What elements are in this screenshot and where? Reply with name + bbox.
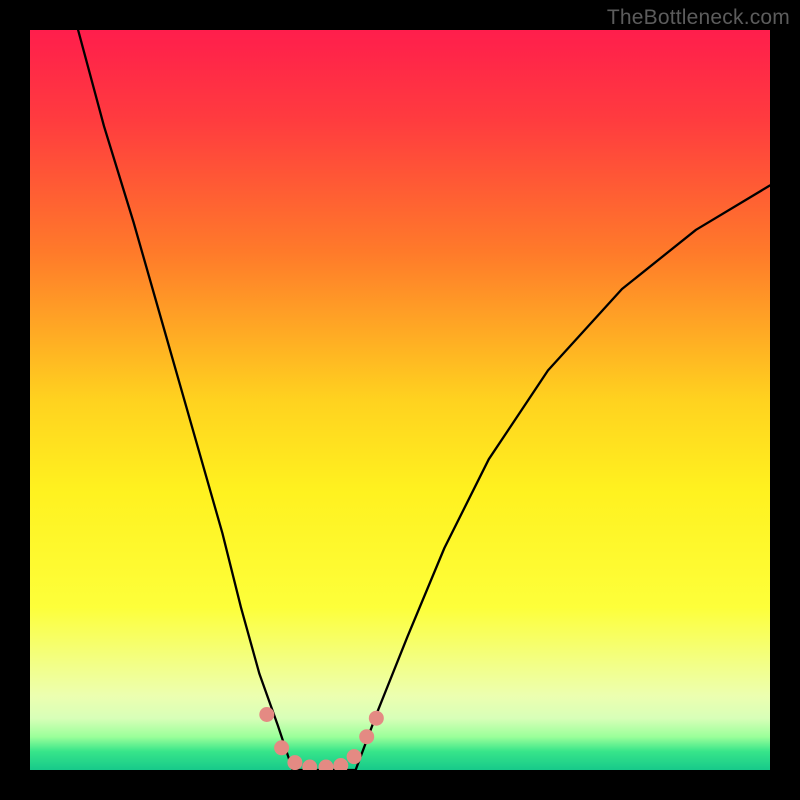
watermark-text: TheBottleneck.com (607, 6, 790, 30)
chart-svg (30, 30, 770, 770)
plot-area (30, 30, 770, 770)
gradient-background (30, 30, 770, 770)
chart-frame: TheBottleneck.com (0, 0, 800, 800)
